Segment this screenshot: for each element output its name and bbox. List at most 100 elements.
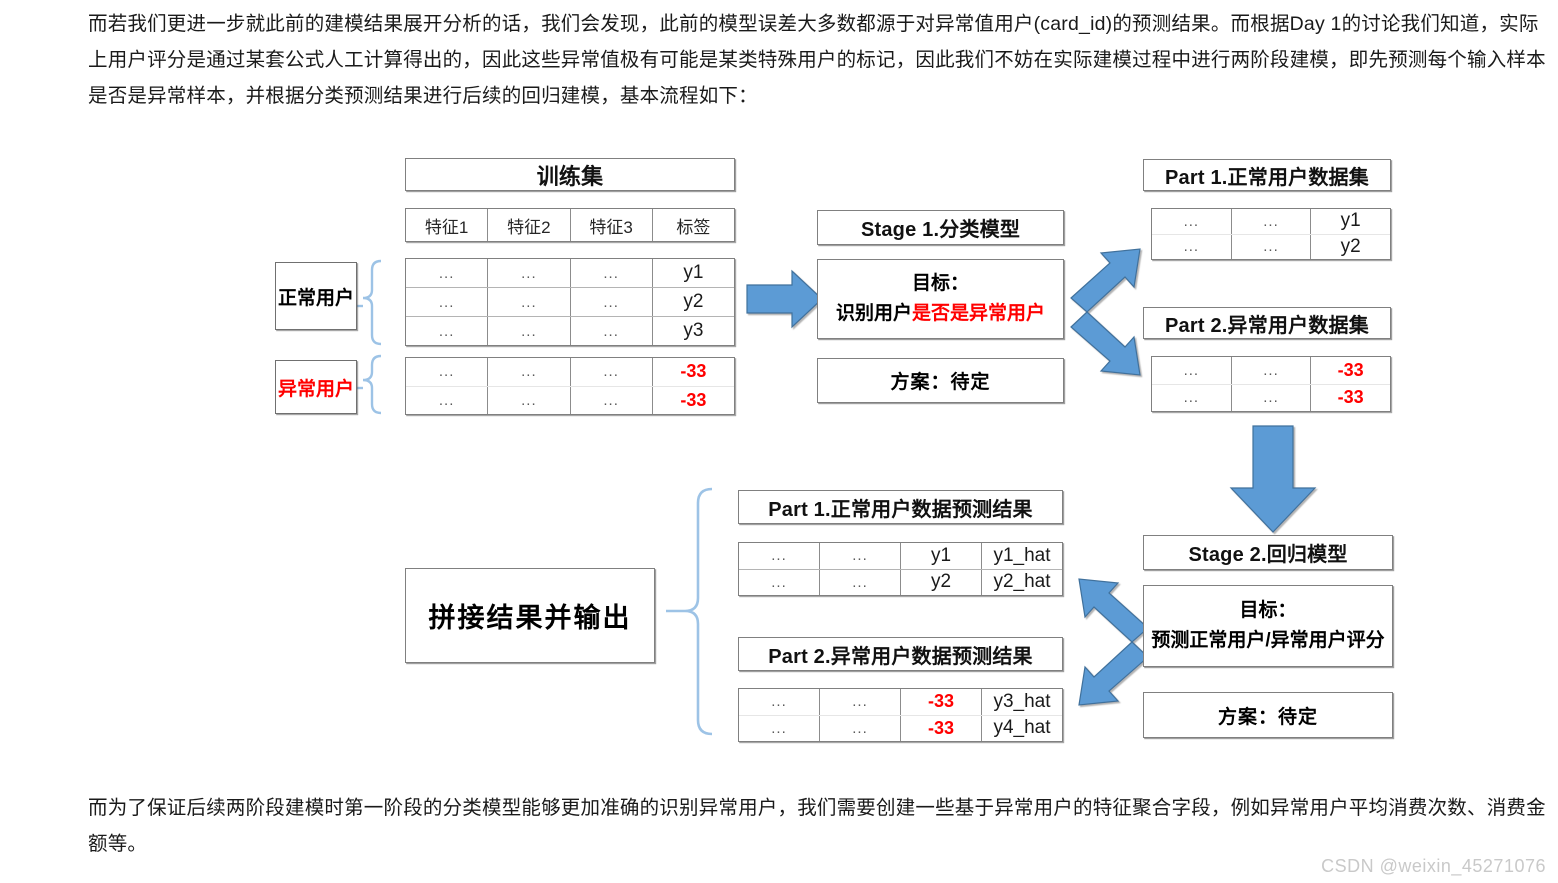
- cell: ...: [571, 259, 653, 287]
- table-row: ... ... y2 y2_hat: [739, 569, 1062, 595]
- bracket-merge-results: [684, 487, 713, 736]
- merge-output-label: 拼接结果并输出: [428, 603, 632, 633]
- stage2-plan-text: 方案：待定: [1217, 706, 1318, 728]
- cell: -33: [901, 715, 982, 741]
- stage2-title-box: Stage 2.回归模型: [1143, 535, 1393, 570]
- cell: ...: [488, 358, 571, 386]
- table-row: ... ... y2: [1152, 234, 1390, 259]
- stage1-goal-line: 识别用户是否是异常用户: [836, 299, 1045, 329]
- table-row: ... ... ... y2: [406, 288, 734, 317]
- cell: ...: [1232, 384, 1312, 411]
- stage1-goal-highlight: 是否是异常用户: [912, 303, 1046, 324]
- table-row: 特征1 特征2 特征3 标签: [406, 209, 734, 241]
- column-header-cell: 特征3: [571, 209, 653, 241]
- cell: ...: [1152, 384, 1232, 411]
- stage2-goal-label: 目标：: [1239, 600, 1297, 621]
- table-row: ... ... ... y3: [406, 317, 734, 345]
- cell: -33: [1337, 387, 1364, 408]
- part2-result-title: Part 2.异常用户数据预测结果: [768, 645, 1033, 668]
- cell: ...: [1232, 357, 1312, 384]
- cell: y4_hat: [993, 717, 1051, 739]
- column-header-cell: 特征1: [406, 209, 489, 241]
- stage2-goal-box: 目标： 预测正常用户/异常用户评分: [1143, 585, 1393, 667]
- part2-dataset-title: Part 2.异常用户数据集: [1165, 314, 1369, 337]
- cell: ...: [739, 715, 820, 741]
- cell: y1_hat: [993, 544, 1051, 566]
- cell: ...: [1232, 209, 1312, 234]
- table-row: ... ... ... -33: [406, 386, 734, 414]
- arrow-train-to-stage1: [746, 269, 823, 329]
- table-row: ... ... -33: [1152, 357, 1390, 385]
- stage2-goal-line: 预测正常用户/异常用户评分: [1151, 630, 1385, 651]
- column-header-cell: 特征2: [488, 209, 571, 241]
- cell: ...: [820, 543, 901, 569]
- merge-output-box: 拼接结果并输出: [405, 568, 655, 663]
- table-row: ... ... -33 y3_hat: [739, 689, 1062, 716]
- table-row: ... ... -33 y4_hat: [739, 715, 1062, 741]
- part1-dataset-table: ... ... y1 ... ... y2: [1151, 208, 1391, 260]
- cell: ...: [488, 288, 571, 316]
- arrow-stage2-to-part1result: [1078, 578, 1149, 643]
- arrow-part2-to-stage2: [1229, 425, 1317, 533]
- arrow-stage2-to-part2result: [1078, 641, 1149, 706]
- stage1-plan-box: 方案：待定: [817, 358, 1064, 403]
- part1-result-table: ... ... y1 y1_hat ... ... y2 y2_hat: [738, 542, 1063, 596]
- part1-dataset-title-box: Part 1.正常用户数据集: [1143, 159, 1391, 191]
- stage1-title: Stage 1.分类模型: [860, 219, 1021, 241]
- cell: -33: [680, 361, 707, 382]
- cell: ...: [820, 715, 901, 741]
- cell: ...: [739, 689, 820, 715]
- cell: ...: [820, 569, 901, 595]
- cell: y1: [1340, 210, 1361, 232]
- cell: y2: [1340, 235, 1361, 257]
- cell: ...: [406, 317, 489, 345]
- part2-dataset-table: ... ... -33 ... ... -33: [1151, 356, 1391, 412]
- bracket-abnormal-users: [362, 354, 382, 415]
- part2-result-table: ... ... -33 y3_hat ... ... -33 y4_hat: [738, 688, 1063, 742]
- part1-result-title: Part 1.正常用户数据预测结果: [768, 498, 1033, 521]
- cell: y1: [901, 543, 982, 569]
- cell: ...: [571, 358, 653, 386]
- stage1-goal-prefix: 识别用户: [835, 303, 912, 324]
- cell: y1: [683, 262, 704, 283]
- part1-result-title-box: Part 1.正常用户数据预测结果: [738, 490, 1063, 524]
- part2-result-title-box: Part 2.异常用户数据预测结果: [738, 637, 1063, 671]
- stage1-goal-label: 目标：: [911, 273, 969, 294]
- stage1-title-box: Stage 1.分类模型: [817, 210, 1064, 245]
- part2-dataset-title-box: Part 2.异常用户数据集: [1143, 307, 1391, 339]
- cell: ...: [406, 288, 489, 316]
- cell: ...: [406, 358, 489, 386]
- abnormal-user-label: 异常用户: [275, 360, 357, 414]
- cell: ...: [406, 386, 489, 414]
- cell: ...: [1232, 234, 1312, 259]
- cell: ...: [820, 689, 901, 715]
- bracket-normal-users: [362, 259, 382, 346]
- table-row: ... ... ... -33: [406, 358, 734, 387]
- stage2-plan-box: 方案：待定: [1143, 692, 1393, 738]
- stage2-title: Stage 2.回归模型: [1188, 544, 1348, 566]
- arrow-stage1-to-part2: [1070, 311, 1141, 376]
- cell: y2: [901, 569, 982, 595]
- table-row: ... ... y1 y1_hat: [739, 543, 1062, 570]
- csdn-watermark: CSDN @weixin_45271076: [1321, 856, 1546, 876]
- cell: ...: [739, 543, 820, 569]
- two-stage-modeling-diagram: 训练集 特征1 特征2 特征3 标签 正常用户 ... ... ... y1 .…: [0, 120, 1558, 780]
- normal-user-label: 正常用户: [275, 262, 357, 330]
- cell: ...: [488, 317, 571, 345]
- stage2-goal-text: 目标： 预测正常用户/异常用户评分: [1151, 596, 1384, 656]
- cell: ...: [571, 317, 653, 345]
- cell: -33: [901, 689, 982, 715]
- table-row: ... ... -33: [1152, 384, 1390, 411]
- column-header-cell: 标签: [676, 217, 711, 237]
- closing-paragraph: 而为了保证后续两阶段建模时第一阶段的分类模型能够更加准确的识别异常用户，我们需要…: [88, 797, 1546, 855]
- stage1-plan-text: 方案：待定: [890, 372, 991, 393]
- cell: y2_hat: [993, 571, 1051, 593]
- cell: y2: [683, 291, 704, 312]
- cell: ...: [1152, 357, 1232, 384]
- cell: ...: [571, 288, 653, 316]
- cell: ...: [1152, 234, 1232, 259]
- table-row: ... ... y1: [1152, 209, 1390, 235]
- part1-dataset-title: Part 1.正常用户数据集: [1165, 166, 1369, 189]
- stage1-goal-box: 目标： 识别用户是否是异常用户: [817, 259, 1064, 339]
- cell: ...: [571, 386, 653, 414]
